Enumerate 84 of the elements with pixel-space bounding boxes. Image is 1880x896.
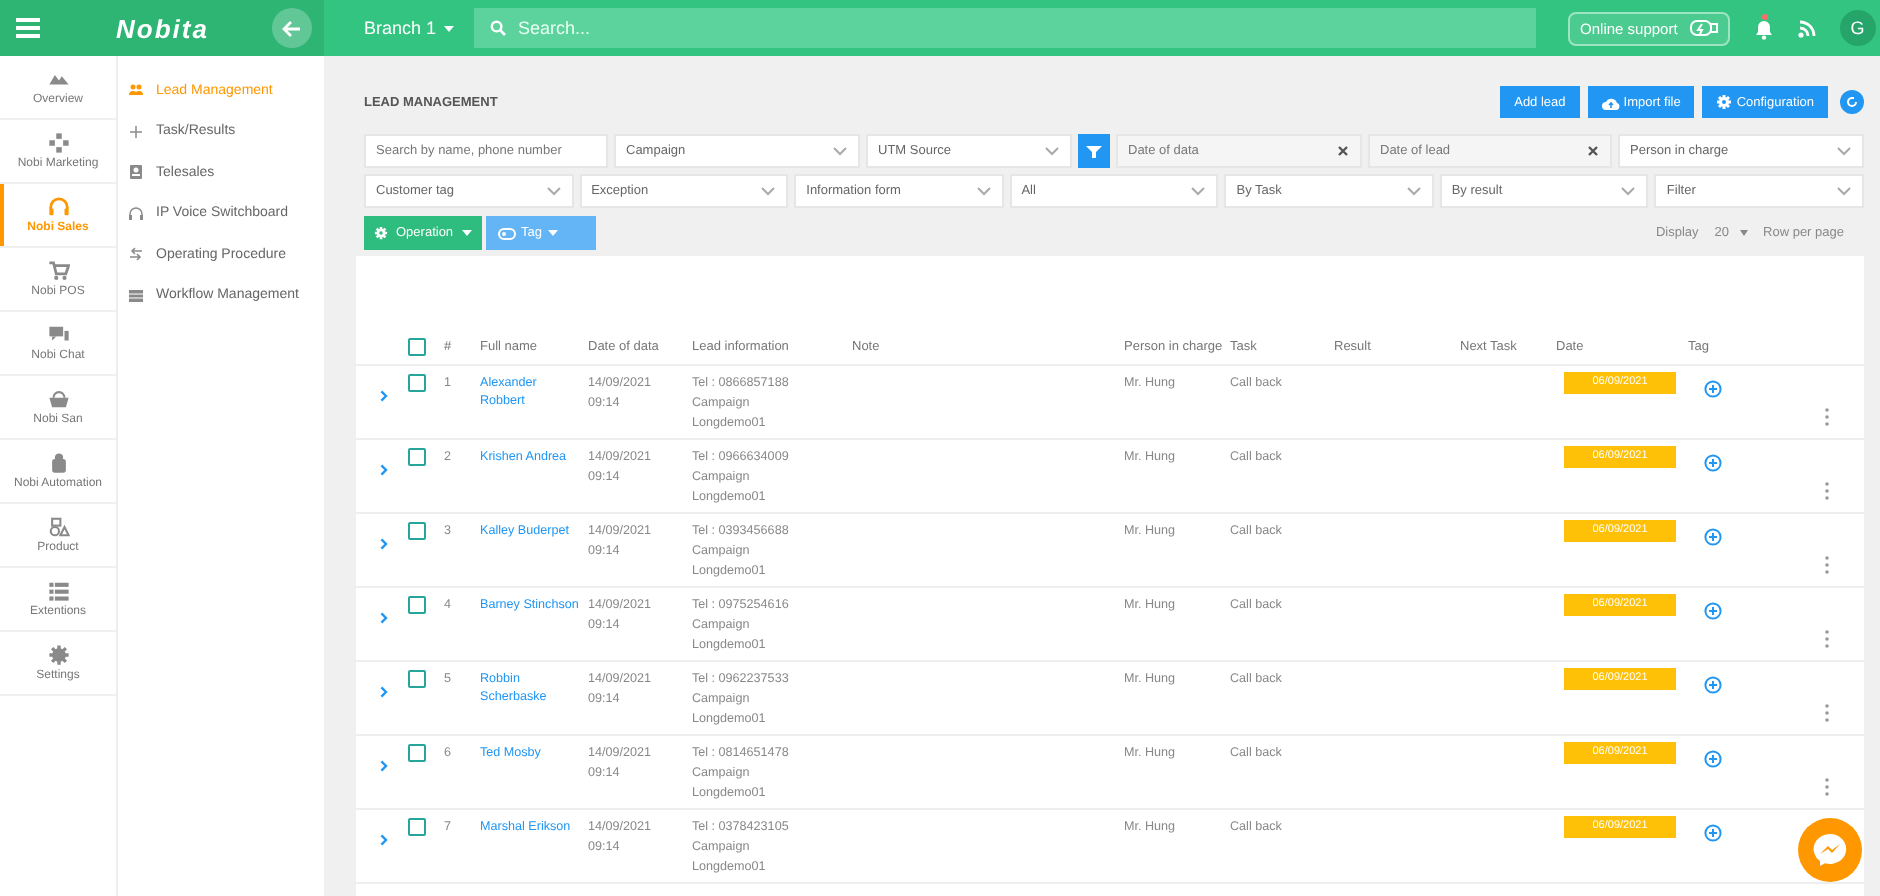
more-icon: [1824, 482, 1830, 500]
chat-bolt-icon: [1689, 19, 1718, 37]
chevron-right-icon: [380, 834, 388, 846]
basket-icon: [47, 388, 69, 410]
shapes-icon: [47, 516, 69, 538]
row-checkbox[interactable]: [408, 374, 426, 392]
more-icon: [1824, 778, 1830, 796]
menu-button[interactable]: [16, 18, 40, 38]
robot-icon: [47, 452, 69, 474]
chevron-right-icon: [380, 686, 388, 698]
more-button[interactable]: [1824, 402, 1830, 432]
row-checkbox[interactable]: [408, 670, 426, 688]
chevron-right-icon: [380, 464, 388, 476]
headset-icon: [128, 205, 144, 222]
more-button[interactable]: [1824, 624, 1830, 654]
caret-icon: [461, 230, 472, 236]
arrow-left-icon: [282, 19, 302, 37]
tag-icon: [497, 227, 516, 239]
chevron-down-icon: [1190, 186, 1207, 196]
chevron-down-icon: [760, 186, 777, 196]
select-all-checkbox[interactable]: [408, 338, 426, 356]
filter-button[interactable]: [1078, 134, 1110, 168]
clear-icon[interactable]: [1588, 146, 1598, 156]
plus-circle-icon: [1704, 676, 1722, 694]
chevron-down-icon: [1620, 186, 1637, 196]
cart-icon: [47, 260, 69, 282]
gear-icon: [1716, 94, 1733, 110]
chat-icon: [47, 324, 69, 346]
chevron-down-icon: [975, 186, 992, 196]
avatar[interactable]: G: [1839, 10, 1876, 46]
clear-icon[interactable]: [1338, 146, 1348, 156]
chevron-right-icon: [380, 760, 388, 772]
grid-icon: [47, 132, 69, 154]
row-checkbox[interactable]: [408, 744, 426, 762]
refresh-button[interactable]: [1840, 90, 1864, 114]
plus-circle-icon: [1704, 824, 1722, 842]
gear-icon: [47, 644, 69, 666]
more-icon: [1824, 704, 1830, 722]
refresh-icon: [1846, 96, 1858, 108]
chevron-down-icon: [1405, 186, 1422, 196]
chevron-right-icon: [380, 612, 388, 624]
more-button[interactable]: [1824, 476, 1830, 506]
search-icon: [490, 20, 507, 36]
row-checkbox[interactable]: [408, 818, 426, 836]
chevron-right-icon: [380, 390, 388, 402]
more-button[interactable]: [1824, 698, 1830, 728]
row-checkbox[interactable]: [408, 522, 426, 540]
list-icon: [47, 580, 69, 602]
plus-circle-icon: [1704, 602, 1722, 620]
chevron-down-icon: [1835, 186, 1852, 196]
caret-icon: [1739, 230, 1748, 236]
funnel-icon: [1086, 145, 1102, 157]
people-icon: [128, 82, 144, 99]
chevron-down-icon: [1044, 146, 1060, 156]
row-checkbox[interactable]: [408, 596, 426, 614]
bell-icon[interactable]: [1753, 17, 1774, 39]
row-checkbox[interactable]: [408, 448, 426, 466]
chevron-down-icon: [545, 186, 562, 196]
chevron-down-icon: [832, 146, 848, 156]
back-button[interactable]: [272, 8, 312, 48]
table-icon: [128, 287, 144, 304]
more-button[interactable]: [1824, 550, 1830, 580]
messenger-icon: [1812, 832, 1848, 868]
plus-circle-icon: [1704, 380, 1722, 398]
more-icon: [1824, 630, 1830, 648]
rss-icon[interactable]: [1797, 19, 1816, 37]
contact-card-icon: [128, 164, 144, 181]
plus-circle-icon: [1704, 750, 1722, 768]
headset-icon: [47, 196, 69, 218]
swap-arrows-icon: [128, 246, 144, 263]
more-icon: [1824, 556, 1830, 574]
chevron-right-icon: [380, 538, 388, 550]
plus-icon: [128, 123, 144, 140]
caret-icon: [444, 25, 455, 31]
cloud-upload-icon: [1601, 95, 1620, 109]
plus-circle-icon: [1704, 454, 1722, 472]
search-field[interactable]: Search...: [474, 8, 1537, 48]
chevron-down-icon: [1836, 146, 1852, 156]
logo: Nobita: [116, 13, 209, 43]
more-button[interactable]: [1824, 772, 1830, 802]
caret-icon: [548, 230, 559, 236]
more-icon: [1824, 408, 1830, 426]
plus-circle-icon: [1704, 528, 1722, 546]
gear-icon: [374, 226, 388, 240]
